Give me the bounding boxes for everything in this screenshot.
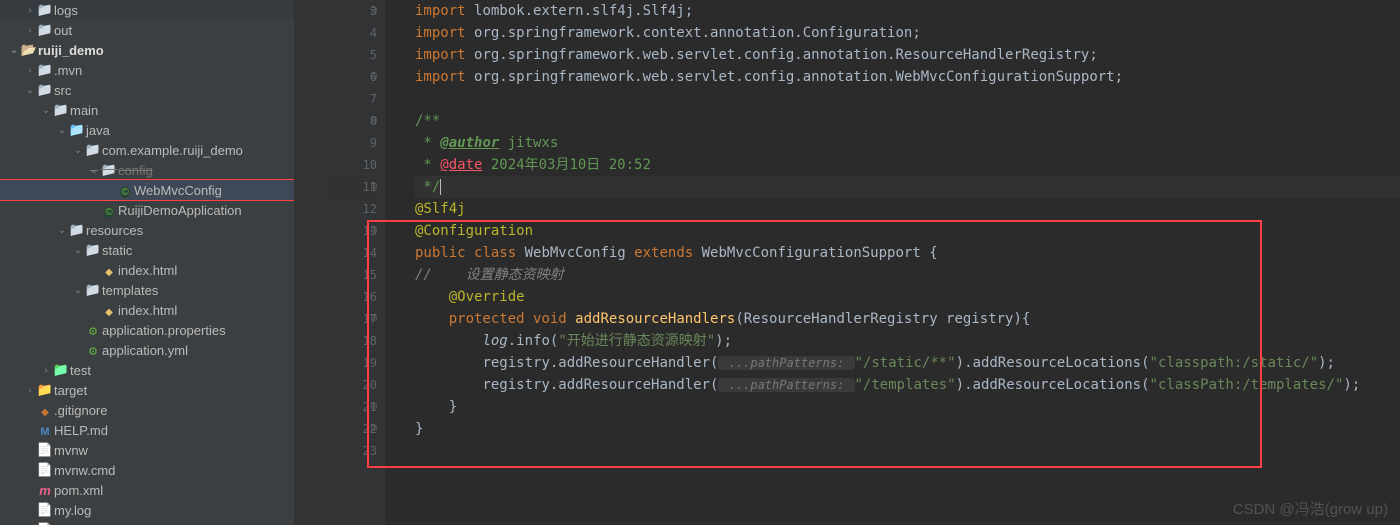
line-number[interactable]: 6 (325, 66, 377, 88)
tree-file-mvnwcmd[interactable]: mvnw.cmd (0, 460, 294, 480)
code-editor[interactable]: 3 4 5 6 7 8 9 10 11 12 13 14 15 16 17 18… (295, 0, 1400, 525)
tree-file-index2[interactable]: index.html (0, 300, 294, 320)
fold-icon[interactable]: ⊟ (371, 66, 377, 88)
line-number[interactable]: 5 (325, 44, 377, 66)
fold-icon[interactable]: ⊟ (371, 110, 377, 132)
tree-label: ruiji_demo (38, 43, 104, 58)
line-number[interactable]: 20 (325, 374, 377, 396)
tree-file-application[interactable]: RuijiDemoApplication (0, 200, 294, 220)
tree-file-appyml[interactable]: application.yml (0, 340, 294, 360)
line-number[interactable]: 23 (325, 440, 377, 462)
param-hint: ...pathPatterns: (718, 378, 854, 392)
tree-file-gitignore[interactable]: .gitignore (0, 400, 294, 420)
watermark: CSDN @冯浩(grow up) (1233, 498, 1388, 519)
tree-file-appprops[interactable]: application.properties (0, 320, 294, 340)
fold-icon[interactable]: ⊟ (371, 396, 377, 418)
tree-project-root[interactable]: ⌄ruiji_demo (0, 40, 294, 60)
code-content[interactable]: ⊟import lombok.extern.slf4j.Slf4j; impor… (385, 0, 1400, 525)
tree-label: logs (54, 3, 78, 18)
tree-label: index.html (118, 303, 177, 318)
fold-icon[interactable]: ⊟ (371, 418, 377, 440)
tree-file-index1[interactable]: index.html (0, 260, 294, 280)
tree-file-springlog[interactable]: spring.log (0, 520, 294, 525)
tree-label: main (70, 103, 98, 118)
line-number[interactable]: 21 (325, 396, 377, 418)
fold-icon[interactable]: ⊟ (371, 308, 377, 330)
tree-label: test (70, 363, 91, 378)
tree-package[interactable]: ⌄com.example.ruiji_demo (0, 140, 294, 160)
fold-icon[interactable]: ⊟ (371, 220, 377, 242)
line-number[interactable]: 22 (325, 418, 377, 440)
tree-label: templates (102, 283, 158, 298)
tree-label: pom.xml (54, 483, 103, 498)
tree-file-pom[interactable]: pom.xml (0, 480, 294, 500)
tree-folder-resources[interactable]: ⌄resources (0, 220, 294, 240)
tree-folder-target[interactable]: ›target (0, 380, 294, 400)
line-number[interactable]: 3 (325, 0, 377, 22)
tree-label: WebMvcConfig (134, 183, 222, 198)
tree-label: resources (86, 223, 143, 238)
tree-label: src (54, 83, 71, 98)
line-number[interactable]: 10 (325, 154, 377, 176)
line-number[interactable]: 14 (325, 242, 377, 264)
tree-label: application.properties (102, 323, 226, 338)
tree-folder-main[interactable]: ⌄main (0, 100, 294, 120)
line-number[interactable]: 12 (325, 198, 377, 220)
tree-folder-java[interactable]: ⌄java (0, 120, 294, 140)
tree-label: out (54, 23, 72, 38)
editor-caret (440, 179, 441, 195)
tree-folder-static[interactable]: ⌄static (0, 240, 294, 260)
tree-label: .gitignore (54, 403, 107, 418)
tree-folder-templates[interactable]: ⌄templates (0, 280, 294, 300)
tree-label: config (118, 163, 153, 178)
tree-label: RuijiDemoApplication (118, 203, 242, 218)
fold-icon[interactable]: ⊟ (371, 0, 377, 22)
line-number[interactable]: 7 (325, 88, 377, 110)
line-number[interactable]: 19 (325, 352, 377, 374)
tree-label: .mvn (54, 63, 82, 78)
tree-label: static (102, 243, 132, 258)
line-number[interactable]: 4 (325, 22, 377, 44)
line-number[interactable]: 15 (325, 264, 377, 286)
tree-folder-src[interactable]: ⌄src (0, 80, 294, 100)
line-number[interactable]: 18 (325, 330, 377, 352)
param-hint: ...pathPatterns: (718, 356, 854, 370)
tree-file-help[interactable]: HELP.md (0, 420, 294, 440)
line-number[interactable]: 8 (325, 110, 377, 132)
tree-label: application.yml (102, 343, 188, 358)
tree-file-webmvcconfig[interactable]: WebMvcConfig (0, 180, 294, 200)
line-number[interactable]: 16 (325, 286, 377, 308)
tree-file-mvnw[interactable]: mvnw (0, 440, 294, 460)
tree-folder-mvn[interactable]: ›.mvn (0, 60, 294, 80)
line-number[interactable]: 9 (325, 132, 377, 154)
tree-file-mylog[interactable]: my.log (0, 500, 294, 520)
tree-label: target (54, 383, 87, 398)
tree-label: java (86, 123, 110, 138)
tree-folder-test[interactable]: ›test (0, 360, 294, 380)
line-number[interactable]: 13 (325, 220, 377, 242)
project-tree[interactable]: ›logs ›out ⌄ruiji_demo ›.mvn ⌄src ⌄main … (0, 0, 295, 525)
line-number[interactable]: 11 (325, 176, 377, 198)
tree-label: com.example.ruiji_demo (102, 143, 243, 158)
tree-label: mvnw.cmd (54, 463, 115, 478)
fold-icon[interactable]: ⊟ (371, 176, 377, 198)
tree-folder-config[interactable]: ⌄config (0, 160, 294, 180)
tree-label: mvnw (54, 443, 88, 458)
tree-folder-logs[interactable]: ›logs (0, 0, 294, 20)
tree-folder-out[interactable]: ›out (0, 20, 294, 40)
line-number[interactable]: 17 (325, 308, 377, 330)
tree-label: HELP.md (54, 423, 108, 438)
tree-label: my.log (54, 503, 91, 518)
tree-label: index.html (118, 263, 177, 278)
